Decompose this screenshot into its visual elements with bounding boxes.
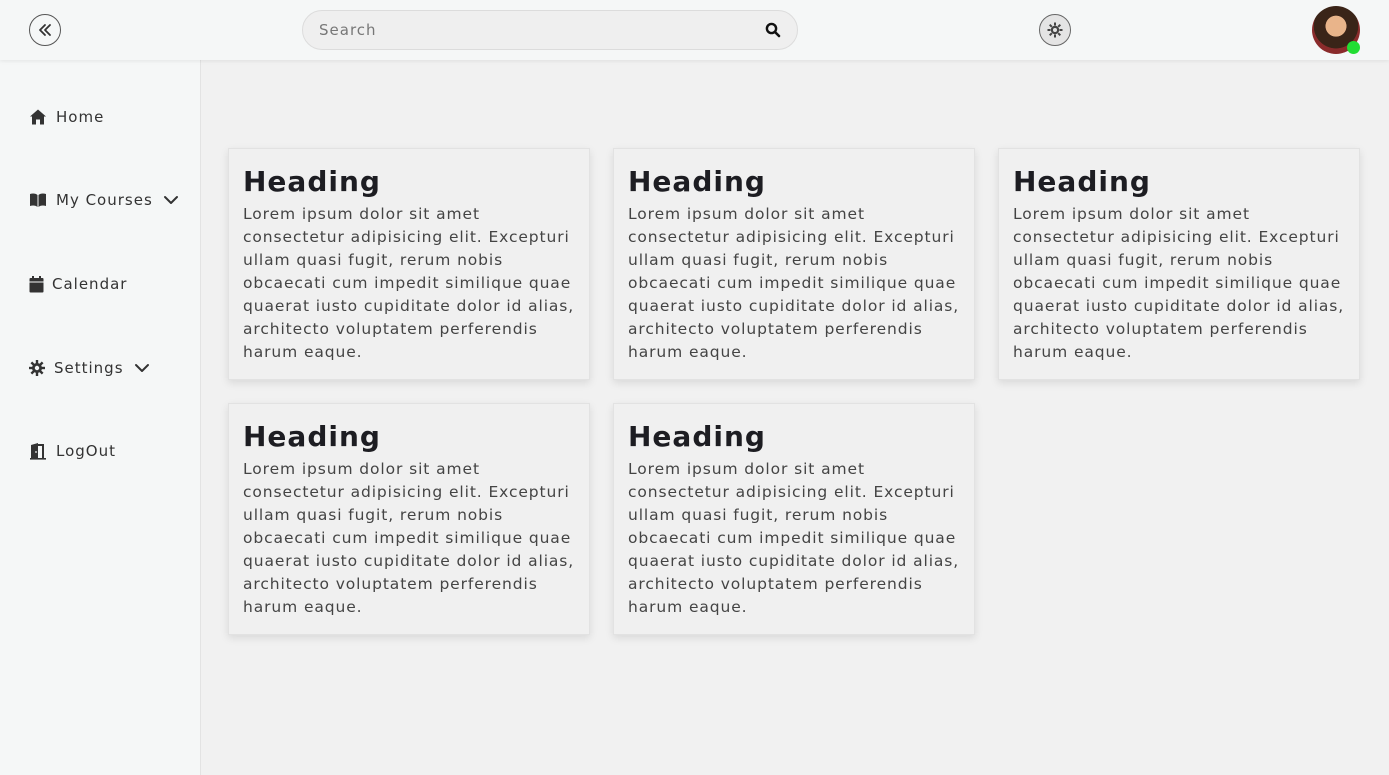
chevron-down-icon[interactable] <box>163 192 179 208</box>
card-body: Lorem ipsum dolor sit amet consectetur a… <box>243 460 575 616</box>
content-card: Heading Lorem ipsum dolor sit amet conse… <box>613 403 975 635</box>
card-body: Lorem ipsum dolor sit amet consectetur a… <box>628 205 960 361</box>
sidebar: Home My Courses Calendar Settings LogOut <box>0 60 201 775</box>
online-status-indicator <box>1347 41 1360 54</box>
sidebar-item-settings[interactable]: Settings <box>28 356 150 380</box>
sidebar-item-my-courses[interactable]: My Courses <box>28 188 179 212</box>
book-icon <box>28 190 48 210</box>
search-icon[interactable] <box>765 22 781 38</box>
top-bar <box>0 0 1389 60</box>
collapse-sidebar-button[interactable] <box>29 14 61 46</box>
sidebar-item-label: Settings <box>54 359 124 377</box>
content-card: Heading Lorem ipsum dolor sit amet conse… <box>228 148 590 380</box>
gear-icon <box>28 358 46 378</box>
sidebar-item-label: LogOut <box>56 442 116 460</box>
gear-theme-icon <box>1047 22 1063 38</box>
sidebar-item-logout[interactable]: LogOut <box>28 439 116 463</box>
theme-toggle-button[interactable] <box>1039 14 1071 46</box>
search-input[interactable] <box>319 11 749 49</box>
content-card: Heading Lorem ipsum dolor sit amet conse… <box>613 148 975 380</box>
sidebar-item-home[interactable]: Home <box>28 105 104 129</box>
sidebar-item-calendar[interactable]: Calendar <box>28 272 127 296</box>
sidebar-item-label: Calendar <box>52 275 128 293</box>
card-heading: Heading <box>628 165 766 198</box>
card-heading: Heading <box>1013 165 1151 198</box>
card-heading: Heading <box>243 165 381 198</box>
sidebar-item-label: My Courses <box>56 191 153 209</box>
sidebar-item-label: Home <box>56 108 105 126</box>
content-card: Heading Lorem ipsum dolor sit amet conse… <box>998 148 1360 380</box>
calendar-icon <box>28 274 44 294</box>
card-heading: Heading <box>243 420 381 453</box>
card-body: Lorem ipsum dolor sit amet consectetur a… <box>243 205 575 361</box>
double-chevron-left-icon <box>39 24 51 36</box>
chevron-down-icon[interactable] <box>134 360 150 376</box>
logout-icon <box>28 441 48 461</box>
home-icon <box>28 107 48 127</box>
content-card: Heading Lorem ipsum dolor sit amet conse… <box>228 403 590 635</box>
card-body: Lorem ipsum dolor sit amet consectetur a… <box>1013 205 1345 361</box>
card-body: Lorem ipsum dolor sit amet consectetur a… <box>628 460 960 616</box>
card-heading: Heading <box>628 420 766 453</box>
search-bar <box>302 10 798 50</box>
